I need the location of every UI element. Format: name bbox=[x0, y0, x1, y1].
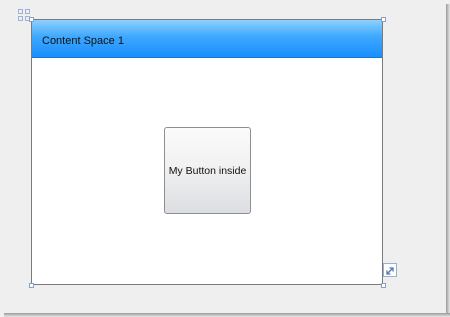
my-button[interactable]: My Button inside bbox=[164, 127, 251, 214]
window-header[interactable]: Content Space 1 bbox=[32, 20, 382, 58]
selection-handle-top-left[interactable] bbox=[29, 17, 34, 22]
surface-shadow-bottom bbox=[4, 313, 450, 317]
selection-handle-bottom-right[interactable] bbox=[381, 283, 386, 288]
selection-handle-top-right[interactable] bbox=[381, 17, 386, 22]
selection-handle-bottom-left[interactable] bbox=[29, 283, 34, 288]
surface-shadow-right bbox=[446, 4, 450, 317]
content-window[interactable]: Content Space 1 My Button inside bbox=[31, 19, 383, 285]
window-title: Content Space 1 bbox=[42, 35, 124, 47]
resize-grip-icon[interactable] bbox=[383, 263, 397, 277]
